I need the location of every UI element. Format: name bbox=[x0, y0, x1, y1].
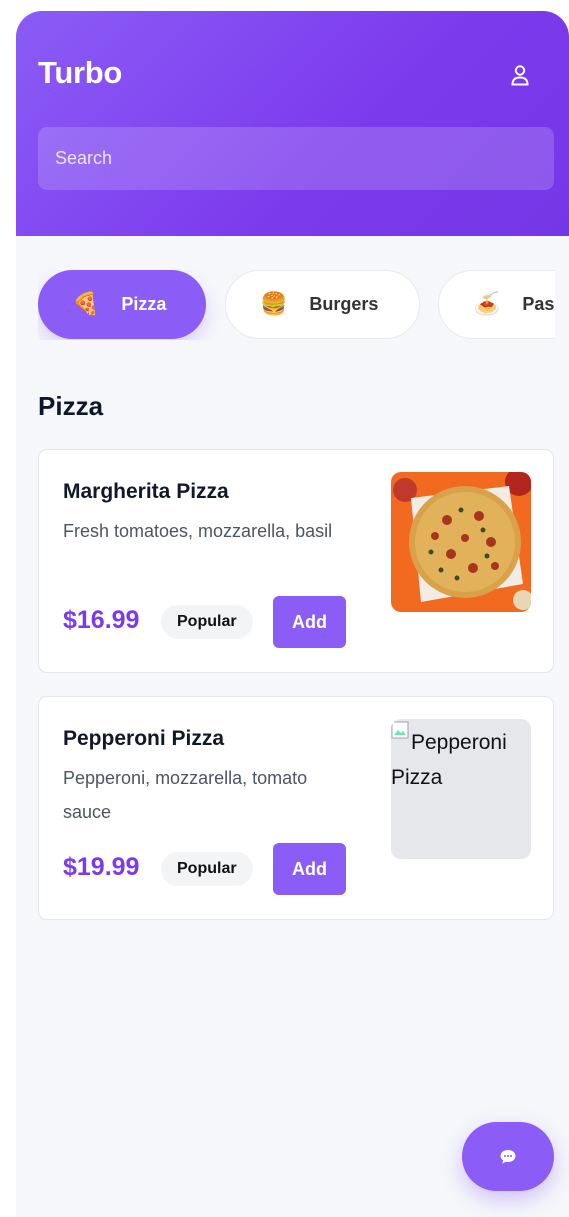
chat-bubble-icon bbox=[500, 1149, 516, 1164]
burger-icon: 🍔 bbox=[260, 292, 288, 317]
chat-button[interactable] bbox=[462, 1122, 554, 1191]
add-to-cart-button[interactable]: Add bbox=[273, 843, 346, 895]
app-header: Turbo bbox=[16, 11, 569, 236]
pasta-icon: 🍝 bbox=[473, 292, 501, 317]
menu-item-card[interactable]: Pepperoni Pizza Pepperoni, mozzarella, t… bbox=[38, 696, 554, 920]
search-input[interactable] bbox=[38, 127, 554, 190]
category-burgers[interactable]: 🍔 Burgers bbox=[225, 270, 420, 339]
add-to-cart-button[interactable]: Add bbox=[273, 596, 346, 648]
popular-badge: Popular bbox=[161, 605, 253, 639]
item-price: $19.99 bbox=[63, 853, 140, 881]
item-name: Pepperoni Pizza bbox=[63, 727, 225, 750]
category-label: Pas bbox=[522, 294, 555, 314]
item-description: Pepperoni, mozzarella, tomato sauce bbox=[63, 768, 308, 822]
pizza-icon: 🍕 bbox=[72, 292, 100, 317]
popular-badge: Popular bbox=[161, 852, 253, 886]
category-pizza[interactable]: 🍕 Pizza bbox=[38, 270, 206, 339]
category-label: Pizza bbox=[121, 294, 167, 314]
section-title: Pizza bbox=[38, 391, 104, 421]
profile-button[interactable] bbox=[504, 59, 536, 91]
category-label: Burgers bbox=[309, 294, 379, 314]
item-description: Fresh tomatoes, mozzarella, basil bbox=[63, 521, 333, 541]
app-screen: Turbo 🍕 Pizza 🍔 Burgers 🍝 Pas Pizza Marg… bbox=[16, 11, 569, 1217]
category-pasta[interactable]: 🍝 Pas bbox=[438, 270, 555, 339]
menu-item-card[interactable]: Margherita Pizza Fresh tomatoes, mozzare… bbox=[38, 449, 554, 673]
app-title: Turbo bbox=[38, 55, 123, 90]
item-name: Margherita Pizza bbox=[63, 480, 229, 503]
image-alt-text: Pepperoni Pizza bbox=[391, 731, 507, 789]
item-image: Pepperoni Pizza bbox=[391, 719, 531, 859]
user-icon bbox=[511, 65, 529, 86]
item-price: $16.99 bbox=[63, 606, 140, 634]
category-scroller[interactable]: 🍕 Pizza 🍔 Burgers 🍝 Pas bbox=[38, 270, 555, 340]
item-image bbox=[391, 472, 531, 612]
pizza-photo bbox=[391, 472, 531, 612]
